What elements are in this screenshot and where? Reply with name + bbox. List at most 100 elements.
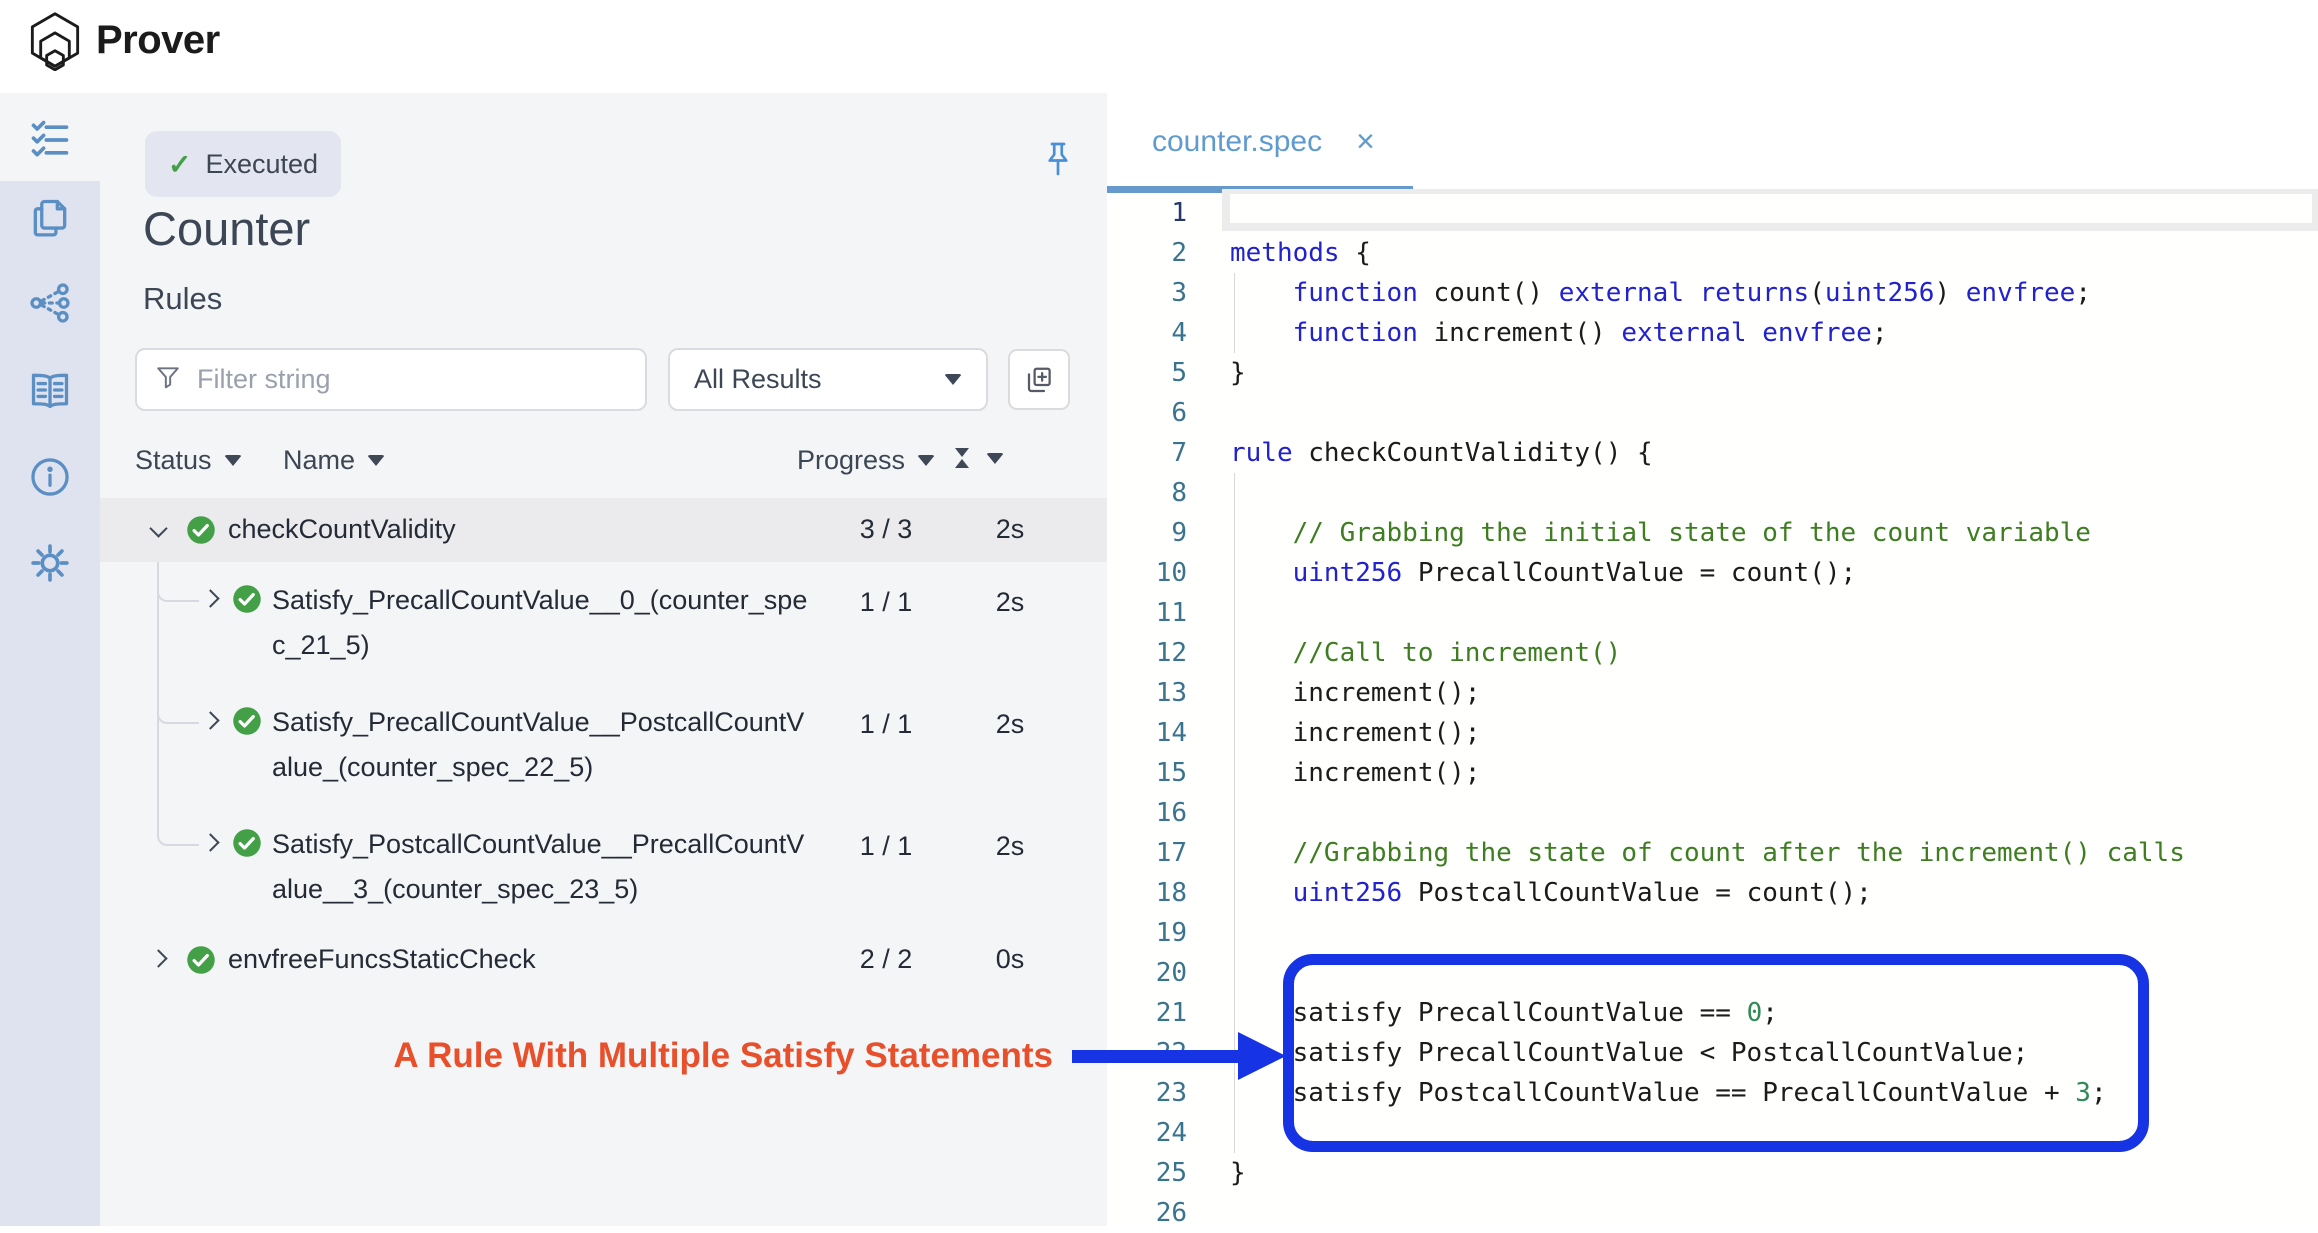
column-label: Progress bbox=[797, 445, 905, 476]
code-line: 17 //Grabbing the state of count after t… bbox=[1107, 833, 2318, 873]
chevron-right-icon[interactable] bbox=[201, 589, 219, 607]
line-number: 9 bbox=[1107, 513, 1187, 553]
column-header-status[interactable]: Status bbox=[135, 445, 242, 476]
code-line: 2methods { bbox=[1107, 233, 2318, 273]
line-number: 25 bbox=[1107, 1153, 1187, 1193]
docs-book-icon[interactable] bbox=[28, 368, 72, 412]
code-text: increment(); bbox=[1230, 713, 1480, 753]
indent-guide bbox=[1234, 473, 1235, 513]
chevron-down-icon[interactable] bbox=[149, 519, 167, 537]
line-number: 4 bbox=[1107, 313, 1187, 353]
line-number: 1 bbox=[1107, 193, 1187, 233]
rule-time: 2s bbox=[980, 514, 1040, 545]
line-number: 23 bbox=[1107, 1073, 1187, 1113]
line-number: 3 bbox=[1107, 273, 1187, 313]
rule-name: Satisfy_PrecallCountValue__PostcallCount… bbox=[272, 700, 817, 790]
code-line: 25} bbox=[1107, 1153, 2318, 1193]
rule-name: Satisfy_PrecallCountValue__0_(counter_sp… bbox=[272, 578, 817, 668]
rule-row[interactable]: Satisfy_PrecallCountValue__PostcallCount… bbox=[100, 684, 1107, 806]
chevron-right-icon[interactable] bbox=[149, 949, 167, 967]
code-line: 3 function count() external returns(uint… bbox=[1107, 273, 2318, 313]
column-header-time[interactable] bbox=[950, 445, 1004, 471]
code-text: } bbox=[1230, 353, 1246, 393]
sort-caret-icon[interactable] bbox=[224, 455, 242, 466]
line-number: 20 bbox=[1107, 953, 1187, 993]
duplicate-button[interactable] bbox=[1008, 349, 1070, 410]
rules-tree: checkCountValidity3 / 32s Satisfy_Precall… bbox=[100, 498, 1107, 992]
settings-gear-icon[interactable] bbox=[28, 541, 72, 585]
call-graph-icon[interactable] bbox=[28, 281, 72, 325]
success-check-icon bbox=[186, 515, 216, 545]
line-number: 6 bbox=[1107, 393, 1187, 433]
code-text: rule checkCountValidity() { bbox=[1230, 433, 1653, 473]
code-line: 8 bbox=[1107, 473, 2318, 513]
code-line: 5} bbox=[1107, 353, 2318, 393]
rule-row[interactable]: Satisfy_PostcallCountValue__PrecallCount… bbox=[100, 806, 1107, 928]
code-line: 14 increment(); bbox=[1107, 713, 2318, 753]
line-number: 24 bbox=[1107, 1113, 1187, 1153]
tab-label: counter.spec bbox=[1152, 125, 1322, 159]
indent-guide bbox=[1234, 793, 1235, 833]
success-check-icon bbox=[232, 584, 262, 614]
prover-logo[interactable]: Prover bbox=[26, 9, 220, 71]
code-text: } bbox=[1230, 1153, 1246, 1193]
code-text: //Call to increment() bbox=[1230, 633, 1621, 673]
pin-icon[interactable] bbox=[1040, 141, 1076, 181]
status-badge-label: Executed bbox=[205, 149, 318, 180]
column-header-progress[interactable]: Progress bbox=[797, 445, 935, 476]
code-line: 16 bbox=[1107, 793, 2318, 833]
rule-row[interactable]: Satisfy_PrecallCountValue__0_(counter_sp… bbox=[100, 562, 1107, 684]
tree-elbow bbox=[157, 684, 199, 724]
code-line: 10 uint256 PrecallCountValue = count(); bbox=[1107, 553, 2318, 593]
copy-files-icon[interactable] bbox=[28, 196, 72, 240]
column-label: Name bbox=[283, 445, 355, 476]
filter-input[interactable] bbox=[195, 363, 627, 396]
column-header-name[interactable]: Name bbox=[283, 445, 385, 476]
code-text: methods { bbox=[1230, 233, 1371, 273]
rule-row[interactable]: envfreeFuncsStaticCheck 2 / 2 0s bbox=[100, 928, 1107, 992]
sort-caret-icon[interactable] bbox=[986, 453, 1004, 464]
code-text: function count() external returns(uint25… bbox=[1230, 273, 2091, 313]
chevron-right-icon[interactable] bbox=[201, 711, 219, 729]
indent-guide bbox=[1234, 953, 1235, 993]
line-number: 26 bbox=[1107, 1193, 1187, 1233]
rule-progress: 2 / 2 bbox=[843, 944, 929, 975]
column-label: Status bbox=[135, 445, 212, 476]
success-check-icon bbox=[232, 706, 262, 736]
highlight-box bbox=[1283, 954, 2149, 1152]
annotation-arrow-head bbox=[1238, 1032, 1286, 1080]
annotation-text: A Rule With Multiple Satisfy Statements bbox=[253, 1036, 1053, 1076]
success-check-icon bbox=[186, 945, 216, 975]
results-dropdown[interactable]: All Results bbox=[668, 348, 988, 411]
sort-caret-icon[interactable] bbox=[367, 455, 385, 466]
line-number: 19 bbox=[1107, 913, 1187, 953]
logo-text: Prover bbox=[96, 18, 220, 63]
rules-list-icon[interactable] bbox=[28, 118, 72, 162]
hourglass-icon bbox=[950, 445, 974, 471]
check-icon: ✓ bbox=[168, 148, 191, 181]
section-title: Rules bbox=[143, 281, 222, 317]
chevron-down-icon bbox=[944, 374, 962, 385]
indent-guide bbox=[1234, 913, 1235, 953]
rule-name: envfreeFuncsStaticCheck bbox=[228, 937, 828, 982]
close-icon[interactable]: × bbox=[1356, 123, 1375, 160]
prover-logo-icon bbox=[26, 9, 84, 71]
code-line: 9 // Grabbing the initial state of the c… bbox=[1107, 513, 2318, 553]
info-icon[interactable] bbox=[28, 455, 72, 499]
sidebar-rail bbox=[0, 93, 100, 1226]
rule-time: 2s bbox=[980, 709, 1040, 740]
tab-counter-spec[interactable]: counter.spec × bbox=[1152, 123, 1375, 160]
line-number: 21 bbox=[1107, 993, 1187, 1033]
funnel-icon bbox=[155, 364, 181, 395]
code-line: 12 //Call to increment() bbox=[1107, 633, 2318, 673]
rule-time: 0s bbox=[980, 944, 1040, 975]
status-badge: ✓ Executed bbox=[145, 131, 341, 197]
chevron-right-icon[interactable] bbox=[201, 833, 219, 851]
rule-row[interactable]: checkCountValidity3 / 32s bbox=[100, 498, 1107, 562]
code-text: uint256 PrecallCountValue = count(); bbox=[1230, 553, 1856, 593]
sort-caret-icon[interactable] bbox=[917, 455, 935, 466]
filter-input-box[interactable] bbox=[135, 348, 647, 411]
code-line: 19 bbox=[1107, 913, 2318, 953]
code-line: 26 bbox=[1107, 1193, 2318, 1233]
page-title: Counter bbox=[143, 201, 310, 256]
